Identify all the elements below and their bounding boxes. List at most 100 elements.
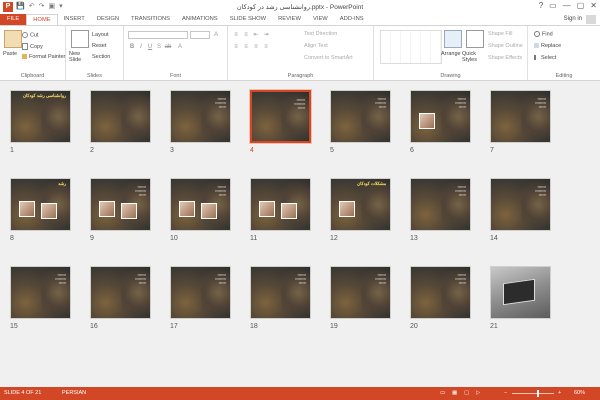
cut-button[interactable]: Cut bbox=[22, 32, 39, 38]
slide-sorter-area[interactable]: روانشناسی رشد کودکان 1 2 ▪▪▪▪▪▪▪ ▪▪▪▪▪▪▪▪▪ ▪▪… bbox=[0, 81, 600, 387]
zoom-level[interactable]: 60% bbox=[574, 390, 585, 396]
numbering-icon[interactable]: ≡ bbox=[242, 31, 250, 39]
tab-transitions[interactable]: TRANSITIONS bbox=[125, 14, 176, 25]
slide-thumbnail[interactable]: ▪▪▪▪▪▪▪ ▪▪▪▪▪▪▪▪▪ ▪▪▪▪▪▪ bbox=[249, 89, 312, 144]
help-icon[interactable]: ? bbox=[539, 1, 543, 10]
font-name-field[interactable] bbox=[128, 31, 188, 39]
copy-button[interactable]: Copy bbox=[22, 43, 43, 50]
tab-home[interactable]: HOME bbox=[26, 13, 58, 26]
slide-thumbnail[interactable] bbox=[90, 90, 151, 143]
shape-fill-button[interactable]: Shape Fill bbox=[488, 31, 512, 37]
shape-outline-button[interactable]: Shape Outline bbox=[488, 43, 523, 49]
slide-thumbnail[interactable]: ▪▪▪▪▪▪▪ ▪▪▪▪▪▪▪▪▪ ▪▪▪▪▪▪ bbox=[410, 178, 471, 231]
slide-thumbnail[interactable]: ▪▪▪▪▪▪▪ ▪▪▪▪▪▪▪▪▪ ▪▪▪▪▪▪ bbox=[330, 90, 391, 143]
zoom-out-icon[interactable]: − bbox=[504, 390, 507, 396]
slide-thumbnail[interactable]: ▪▪▪▪▪▪▪ ▪▪▪▪▪▪▪▪▪ ▪▪▪▪▪▪ bbox=[90, 178, 151, 231]
text-direction-button[interactable]: Text Direction bbox=[304, 31, 337, 37]
layout-button[interactable]: Layout bbox=[92, 32, 109, 38]
center-icon[interactable]: ≡ bbox=[242, 43, 250, 51]
align-right-icon[interactable]: ≡ bbox=[252, 43, 260, 51]
zoom-slider[interactable] bbox=[512, 393, 554, 394]
language-indicator[interactable]: PERSIAN bbox=[62, 390, 86, 396]
slide-sorter-view-icon[interactable]: ▦ bbox=[452, 390, 457, 396]
slide-number: 10 bbox=[170, 235, 178, 242]
ribbon-display-options-icon[interactable]: ▭ bbox=[549, 1, 557, 10]
quick-styles-button[interactable]: Quick Styles bbox=[462, 51, 482, 63]
format-painter-label: Format Painter bbox=[29, 54, 66, 60]
format-painter-button[interactable]: Format Painter bbox=[22, 54, 65, 60]
slide-thumbnail[interactable]: ▪▪▪▪▪▪▪ ▪▪▪▪▪▪▪▪▪ ▪▪▪▪▪▪ bbox=[490, 178, 551, 231]
slide-thumbnail[interactable]: مشکلات کودکان bbox=[330, 178, 391, 231]
convert-smartart-button[interactable]: Convert to SmartArt bbox=[304, 55, 353, 61]
slide-thumbnail[interactable]: ▪▪▪▪▪▪▪ ▪▪▪▪▪▪▪▪▪ ▪▪▪▪▪▪ bbox=[10, 266, 71, 319]
slide-thumbnail[interactable] bbox=[490, 266, 551, 319]
new-slide-button[interactable]: New Slide bbox=[69, 51, 89, 63]
slide-thumbnail[interactable]: ▪▪▪▪▪▪▪ ▪▪▪▪▪▪▪▪▪ ▪▪▪▪▪▪ bbox=[410, 90, 471, 143]
slide-title: رشد bbox=[58, 181, 66, 186]
find-button[interactable]: Find bbox=[534, 31, 553, 37]
reading-view-icon[interactable]: ▢ bbox=[464, 390, 469, 396]
font-color-icon[interactable]: A bbox=[176, 43, 184, 51]
reset-button[interactable]: Reset bbox=[92, 43, 106, 49]
sign-in-link[interactable]: Sign in bbox=[564, 16, 582, 22]
quick-styles-icon[interactable] bbox=[466, 30, 484, 48]
slide-number: 6 bbox=[410, 147, 414, 154]
slide-thumbnail[interactable]: رشد bbox=[10, 178, 71, 231]
bullets-icon[interactable]: ≡ bbox=[232, 31, 240, 39]
arrange-icon[interactable] bbox=[444, 30, 462, 48]
slide-thumbnail[interactable]: ▪▪▪▪▪▪▪ ▪▪▪▪▪▪▪▪▪ ▪▪▪▪▪▪ bbox=[90, 266, 151, 319]
slide-thumbnail[interactable]: ▪▪▪▪▪▪▪ ▪▪▪▪▪▪▪▪▪ ▪▪▪▪▪▪ bbox=[170, 90, 231, 143]
select-button[interactable]: Select bbox=[534, 55, 556, 61]
slide-thumbnail[interactable] bbox=[250, 178, 311, 231]
font-size-field[interactable] bbox=[190, 31, 210, 39]
shadow-icon[interactable]: S bbox=[155, 43, 163, 51]
tab-view[interactable]: VIEW bbox=[307, 14, 334, 25]
slide-count-indicator[interactable]: SLIDE 4 OF 21 bbox=[4, 390, 41, 396]
slide-thumbnail[interactable]: ▪▪▪▪▪▪▪ ▪▪▪▪▪▪▪▪▪ ▪▪▪▪▪▪ bbox=[170, 266, 231, 319]
maximize-button[interactable]: ▢ bbox=[577, 1, 585, 10]
slide-body-text: ▪▪▪▪▪▪▪ ▪▪▪▪▪▪▪▪▪ ▪▪▪▪▪▪ bbox=[295, 273, 306, 285]
tab-insert[interactable]: INSERT bbox=[58, 14, 91, 25]
shapes-gallery[interactable] bbox=[380, 30, 442, 64]
slide-thumbnail[interactable]: ▪▪▪▪▪▪▪ ▪▪▪▪▪▪▪▪▪ ▪▪▪▪▪▪ bbox=[330, 266, 391, 319]
tab-slide-show[interactable]: SLIDE SHOW bbox=[224, 14, 272, 25]
slide-number: 11 bbox=[250, 235, 258, 242]
strikethrough-icon[interactable]: ab bbox=[164, 43, 172, 51]
normal-view-icon[interactable]: ▭ bbox=[440, 390, 445, 396]
paste-button[interactable]: Paste bbox=[3, 51, 17, 57]
zoom-slider-knob[interactable] bbox=[537, 390, 540, 397]
shape-effects-button[interactable]: Shape Effects bbox=[488, 55, 522, 61]
underline-icon[interactable]: U bbox=[146, 43, 154, 51]
section-button[interactable]: Section bbox=[92, 54, 110, 60]
tab-animations[interactable]: ANIMATIONS bbox=[176, 14, 224, 25]
new-slide-icon[interactable] bbox=[71, 30, 89, 48]
increase-indent-icon[interactable]: ⇥ bbox=[262, 31, 270, 39]
align-text-button[interactable]: Align Text bbox=[304, 43, 328, 49]
justify-icon[interactable]: ≡ bbox=[262, 43, 270, 51]
slides-group-label: Slides bbox=[87, 73, 102, 79]
slide-thumbnail[interactable]: ▪▪▪▪▪▪▪ ▪▪▪▪▪▪▪▪▪ ▪▪▪▪▪▪ bbox=[170, 178, 231, 231]
slide-body-text: ▪▪▪▪▪▪▪ ▪▪▪▪▪▪▪▪▪ ▪▪▪▪▪▪ bbox=[535, 97, 546, 109]
bold-icon[interactable]: B bbox=[128, 43, 136, 51]
italic-icon[interactable]: I bbox=[137, 43, 145, 51]
tab-design[interactable]: DESIGN bbox=[91, 14, 125, 25]
minimize-button[interactable]: — bbox=[563, 1, 571, 10]
arrange-button[interactable]: Arrange bbox=[441, 51, 461, 57]
tab-file[interactable]: FILE bbox=[0, 14, 27, 25]
increase-font-icon[interactable]: A bbox=[212, 31, 220, 39]
decrease-indent-icon[interactable]: ⇤ bbox=[252, 31, 260, 39]
slide-photo bbox=[19, 201, 35, 217]
slide-thumbnail[interactable]: روانشناسی رشد کودکان bbox=[10, 90, 71, 143]
slide-thumbnail[interactable]: ▪▪▪▪▪▪▪ ▪▪▪▪▪▪▪▪▪ ▪▪▪▪▪▪ bbox=[490, 90, 551, 143]
align-left-icon[interactable]: ≡ bbox=[232, 43, 240, 51]
replace-button[interactable]: Replace bbox=[534, 43, 561, 49]
avatar[interactable] bbox=[586, 15, 596, 24]
slide-thumbnail[interactable]: ▪▪▪▪▪▪▪ ▪▪▪▪▪▪▪▪▪ ▪▪▪▪▪▪ bbox=[410, 266, 471, 319]
zoom-in-icon[interactable]: + bbox=[558, 390, 561, 396]
tab-add-ins[interactable]: ADD-INS bbox=[334, 14, 370, 25]
tab-review[interactable]: REVIEW bbox=[272, 14, 307, 25]
paste-icon[interactable] bbox=[4, 30, 22, 48]
slide-thumbnail[interactable]: ▪▪▪▪▪▪▪ ▪▪▪▪▪▪▪▪▪ ▪▪▪▪▪▪ bbox=[250, 266, 311, 319]
slideshow-view-icon[interactable]: ▷ bbox=[476, 390, 480, 396]
close-button[interactable]: ✕ bbox=[590, 1, 597, 10]
